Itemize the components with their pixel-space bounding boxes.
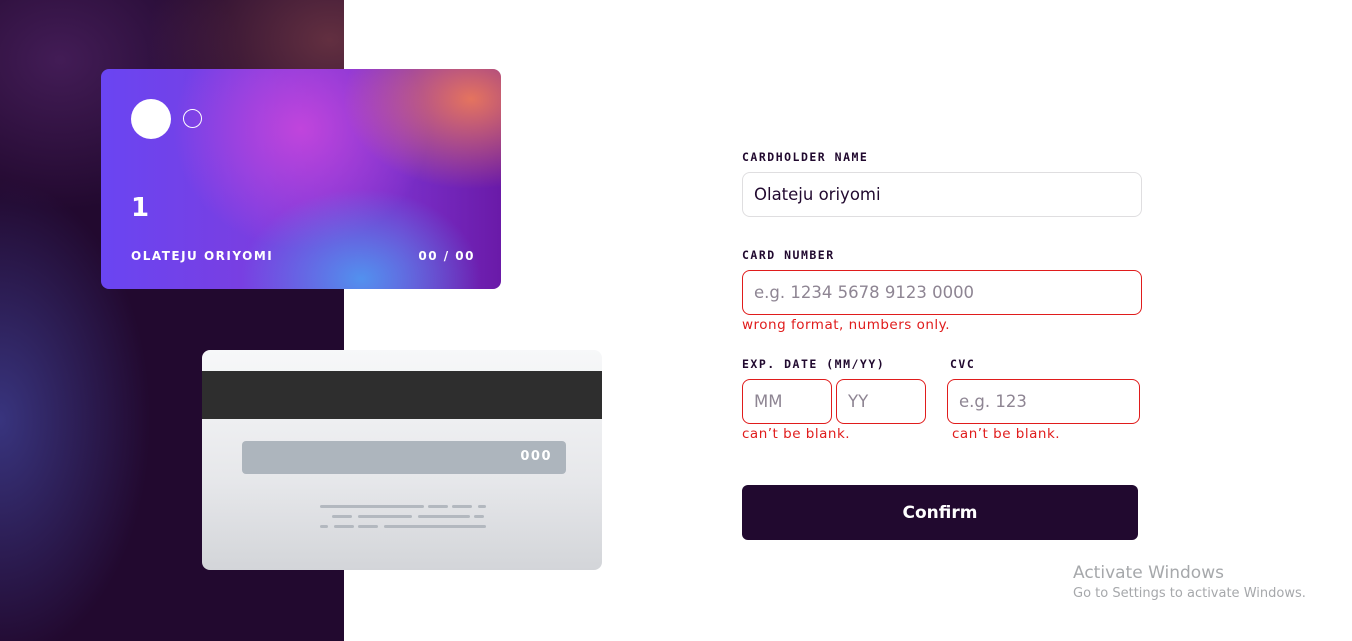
card-fine-print-line (320, 505, 424, 508)
exp-month-input[interactable] (742, 379, 832, 424)
exp-year-input[interactable] (836, 379, 926, 424)
card-number-input[interactable] (742, 270, 1142, 315)
card-expiry-display: 00 / 00 (418, 249, 475, 263)
cardholder-name-label: CARDHOLDER NAME (742, 150, 869, 164)
card-back: 000 (202, 350, 602, 570)
card-logo-ring-icon (183, 109, 202, 128)
card-fine-print-line (332, 515, 352, 518)
card-number-error: wrong format, numbers only. (742, 317, 951, 333)
card-number-display: 1 (131, 193, 153, 223)
card-fine-print-line (358, 515, 412, 518)
exp-date-label: EXP. DATE (MM/YY) (742, 357, 886, 371)
cvc-input[interactable] (947, 379, 1140, 424)
card-fine-print-line (474, 515, 484, 518)
card-logo-circle-icon (131, 99, 171, 139)
card-fine-print-line (478, 505, 486, 508)
card-fine-print-line (452, 505, 472, 508)
card-number-label: CARD NUMBER (742, 248, 835, 262)
windows-activation-watermark: Activate Windows Go to Settings to activ… (1073, 563, 1306, 601)
cvc-error: can’t be blank. (952, 426, 1061, 442)
magnetic-stripe (202, 371, 602, 419)
exp-date-error: can’t be blank. (742, 426, 851, 442)
card-holder-display: OLATEJU ORIYOMI (131, 249, 274, 263)
card-fine-print-line (428, 505, 448, 508)
cvc-label: CVC (950, 357, 976, 371)
card-cvc-display: 000 (520, 449, 552, 464)
watermark-title: Activate Windows (1073, 563, 1224, 583)
card-fine-print-line (358, 525, 378, 528)
cardholder-name-input[interactable] (742, 172, 1142, 217)
watermark-subtitle: Go to Settings to activate Windows. (1073, 586, 1306, 601)
signature-strip: 000 (242, 441, 566, 474)
card-fine-print-line (334, 525, 354, 528)
card-front: 1 OLATEJU ORIYOMI 00 / 00 (101, 69, 501, 289)
confirm-button[interactable]: Confirm (742, 485, 1138, 540)
card-fine-print-line (320, 525, 328, 528)
card-fine-print-line (384, 525, 486, 528)
card-fine-print-line (418, 515, 470, 518)
